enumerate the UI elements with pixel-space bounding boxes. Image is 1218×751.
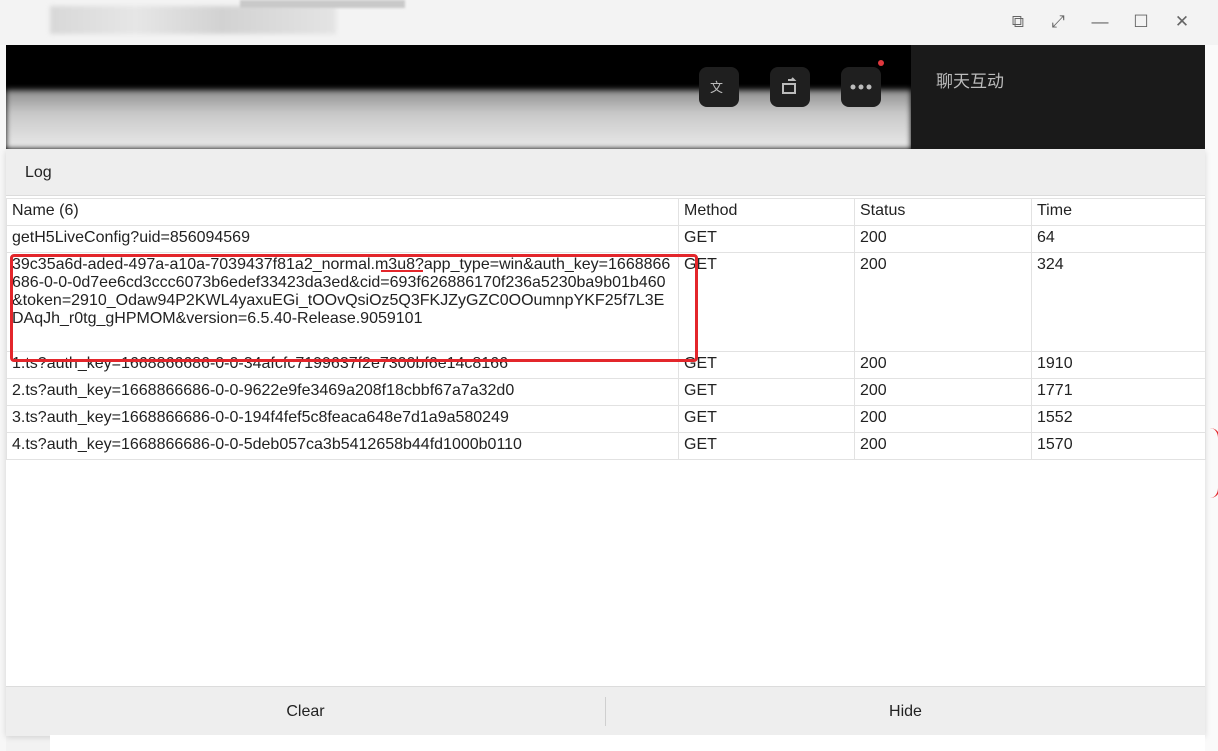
log-title: Log: [25, 164, 52, 181]
row-time: 1910: [1031, 351, 1206, 379]
row-time: 1771: [1031, 378, 1206, 406]
row-status: 200: [854, 432, 1032, 460]
row-status: 200: [854, 252, 1032, 352]
column-time[interactable]: Time: [1031, 198, 1206, 226]
row-method: GET: [678, 432, 855, 460]
log-table-header: Name (6) Method Status Time: [6, 198, 1206, 226]
window-titlebar: ⧉ ⤢ — ☐ ✕: [0, 0, 1218, 45]
row-method: GET: [678, 252, 855, 352]
table-row[interactable]: 39c35a6d-aded-497a-a10a-7039437f81a2_nor…: [6, 252, 1206, 352]
maximize-icon[interactable]: ☐: [1129, 10, 1153, 34]
table-row[interactable]: getH5LiveConfig?uid=856094569 GET 200 64: [6, 225, 1206, 253]
row-time: 64: [1031, 225, 1206, 253]
chat-interaction-tab[interactable]: 聊天互动: [936, 67, 1004, 92]
expand-icon[interactable]: ⤢: [1046, 10, 1070, 34]
row-method: GET: [678, 351, 855, 379]
title-blur-fragment: [240, 0, 405, 8]
table-row[interactable]: 1.ts?auth_key=1668866686-0-0-34afcfc7199…: [6, 351, 1206, 379]
row-method: GET: [678, 405, 855, 433]
row-time: 324: [1031, 252, 1206, 352]
log-panel: Log Name (6) Method Status Time getH5Liv…: [6, 149, 1206, 736]
annotation-underline: [381, 270, 423, 272]
notification-dot: [878, 60, 884, 66]
log-header: Log: [6, 149, 1205, 196]
row-time: 1552: [1031, 405, 1206, 433]
row-method: GET: [678, 378, 855, 406]
row-name: getH5LiveConfig?uid=856094569: [6, 225, 679, 253]
window-title-blurred: [50, 6, 336, 34]
table-row[interactable]: 2.ts?auth_key=1668866686-0-0-9622e9fe346…: [6, 378, 1206, 406]
clear-button[interactable]: Clear: [6, 687, 605, 736]
pip-icon[interactable]: ⧉: [1006, 10, 1030, 34]
right-edge: [1205, 45, 1218, 751]
video-area: 文 聊天互动: [6, 45, 1205, 149]
row-status: 200: [854, 405, 1032, 433]
row-method: GET: [678, 225, 855, 253]
close-icon[interactable]: ✕: [1170, 10, 1194, 34]
minimize-icon[interactable]: —: [1088, 10, 1112, 34]
rotate-icon[interactable]: [770, 67, 810, 107]
hide-button[interactable]: Hide: [606, 687, 1205, 736]
column-name[interactable]: Name (6): [6, 198, 679, 226]
row-name: 4.ts?auth_key=1668866686-0-0-5deb057ca3b…: [6, 432, 679, 460]
annotation-arc: [1204, 428, 1218, 498]
translate-icon[interactable]: 文: [699, 67, 739, 107]
row-name: 3.ts?auth_key=1668866686-0-0-194f4fef5c8…: [6, 405, 679, 433]
row-status: 200: [854, 225, 1032, 253]
table-row[interactable]: 4.ts?auth_key=1668866686-0-0-5deb057ca3b…: [6, 432, 1206, 460]
row-name: 39c35a6d-aded-497a-a10a-7039437f81a2_nor…: [6, 252, 679, 352]
table-row[interactable]: 3.ts?auth_key=1668866686-0-0-194f4fef5c8…: [6, 405, 1206, 433]
row-name: 2.ts?auth_key=1668866686-0-0-9622e9fe346…: [6, 378, 679, 406]
log-footer: Clear Hide: [6, 686, 1205, 736]
row-status: 200: [854, 378, 1032, 406]
column-method[interactable]: Method: [678, 198, 855, 226]
video-side-panel: [911, 45, 1205, 149]
row-name: 1.ts?auth_key=1668866686-0-0-34afcfc7199…: [6, 351, 679, 379]
svg-text:文: 文: [710, 81, 723, 96]
row-time: 1570: [1031, 432, 1206, 460]
more-icon[interactable]: [841, 67, 881, 107]
bottom-background: [50, 735, 1205, 751]
column-status[interactable]: Status: [854, 198, 1032, 226]
log-table: Name (6) Method Status Time getH5LiveCon…: [6, 198, 1206, 460]
row-status: 200: [854, 351, 1032, 379]
